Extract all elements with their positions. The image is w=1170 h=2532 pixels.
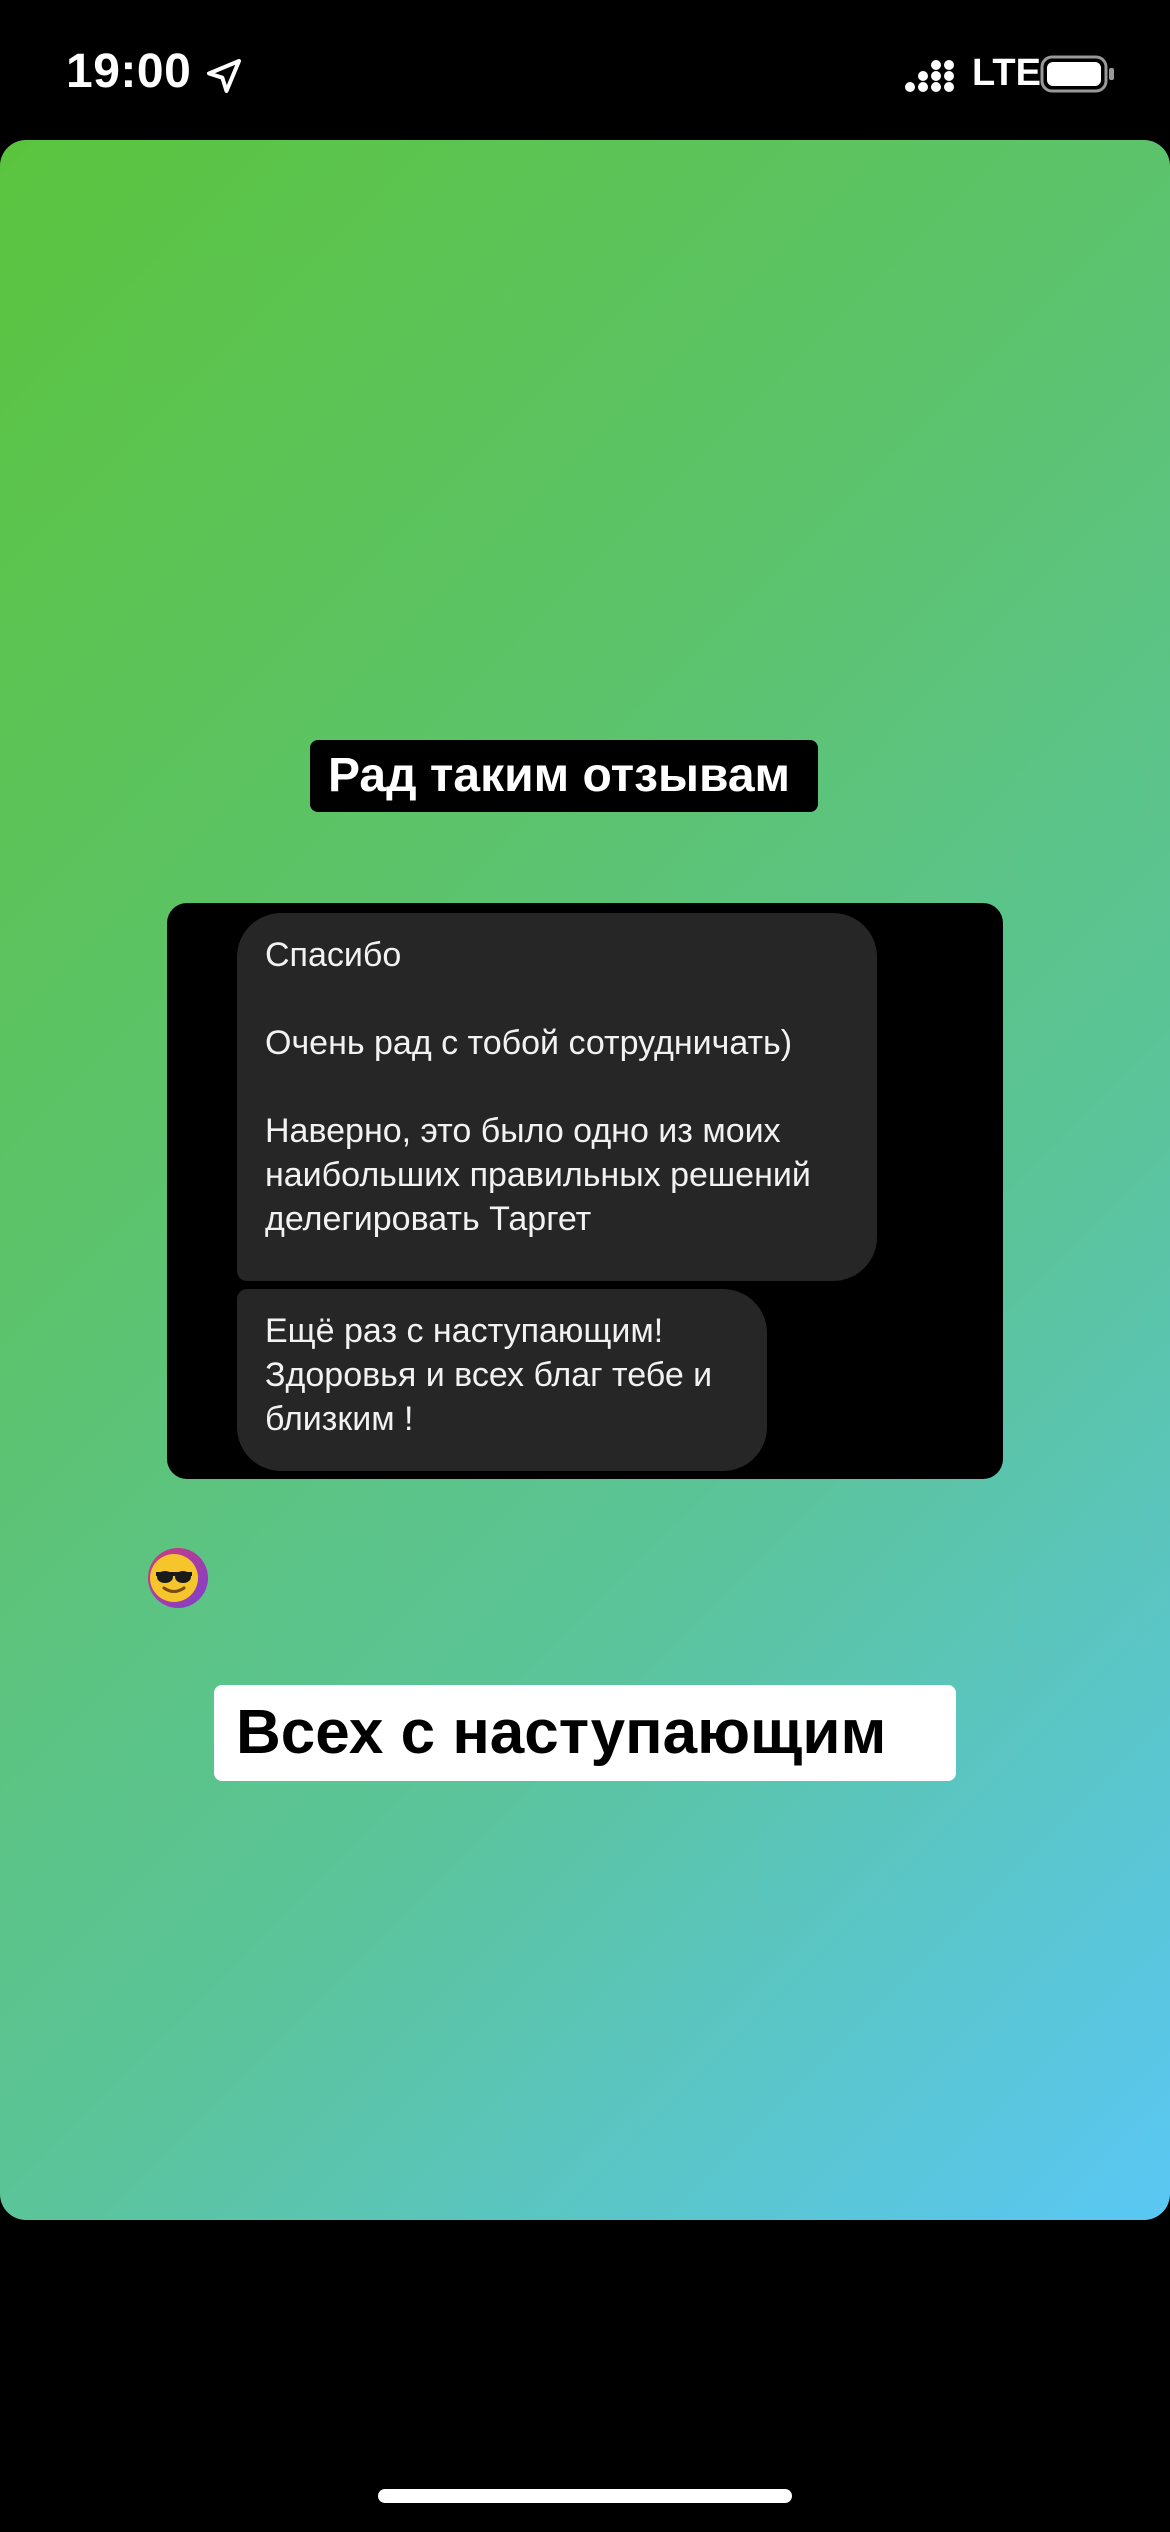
status-time: 19:00 [66, 45, 192, 98]
caption-sticker-top: Рад таким отзывам [310, 740, 819, 812]
battery-icon [1040, 55, 1114, 93]
sender-avatar [148, 1548, 208, 1608]
message-bubble: Ещё раз с наступающим! Здоровья и всех б… [237, 1289, 767, 1471]
story-card: Рад таким отзывам Спасибо Очень рад с то… [0, 140, 1170, 2220]
chat-screenshot: Спасибо Очень рад с тобой сотрудничать) … [167, 903, 1003, 1479]
signal-icon [905, 60, 954, 92]
message-bubble: Спасибо Очень рад с тобой сотрудничать) … [237, 913, 877, 1281]
home-indicator[interactable] [378, 2489, 792, 2503]
network-type: LTE [972, 52, 1041, 94]
status-bar: 19:00 LTE [0, 0, 1170, 140]
sunglasses-emoji-icon [150, 1554, 198, 1602]
location-arrow-icon [207, 59, 241, 93]
caption-sticker-bottom: Всех с наступающим [214, 1685, 956, 1781]
